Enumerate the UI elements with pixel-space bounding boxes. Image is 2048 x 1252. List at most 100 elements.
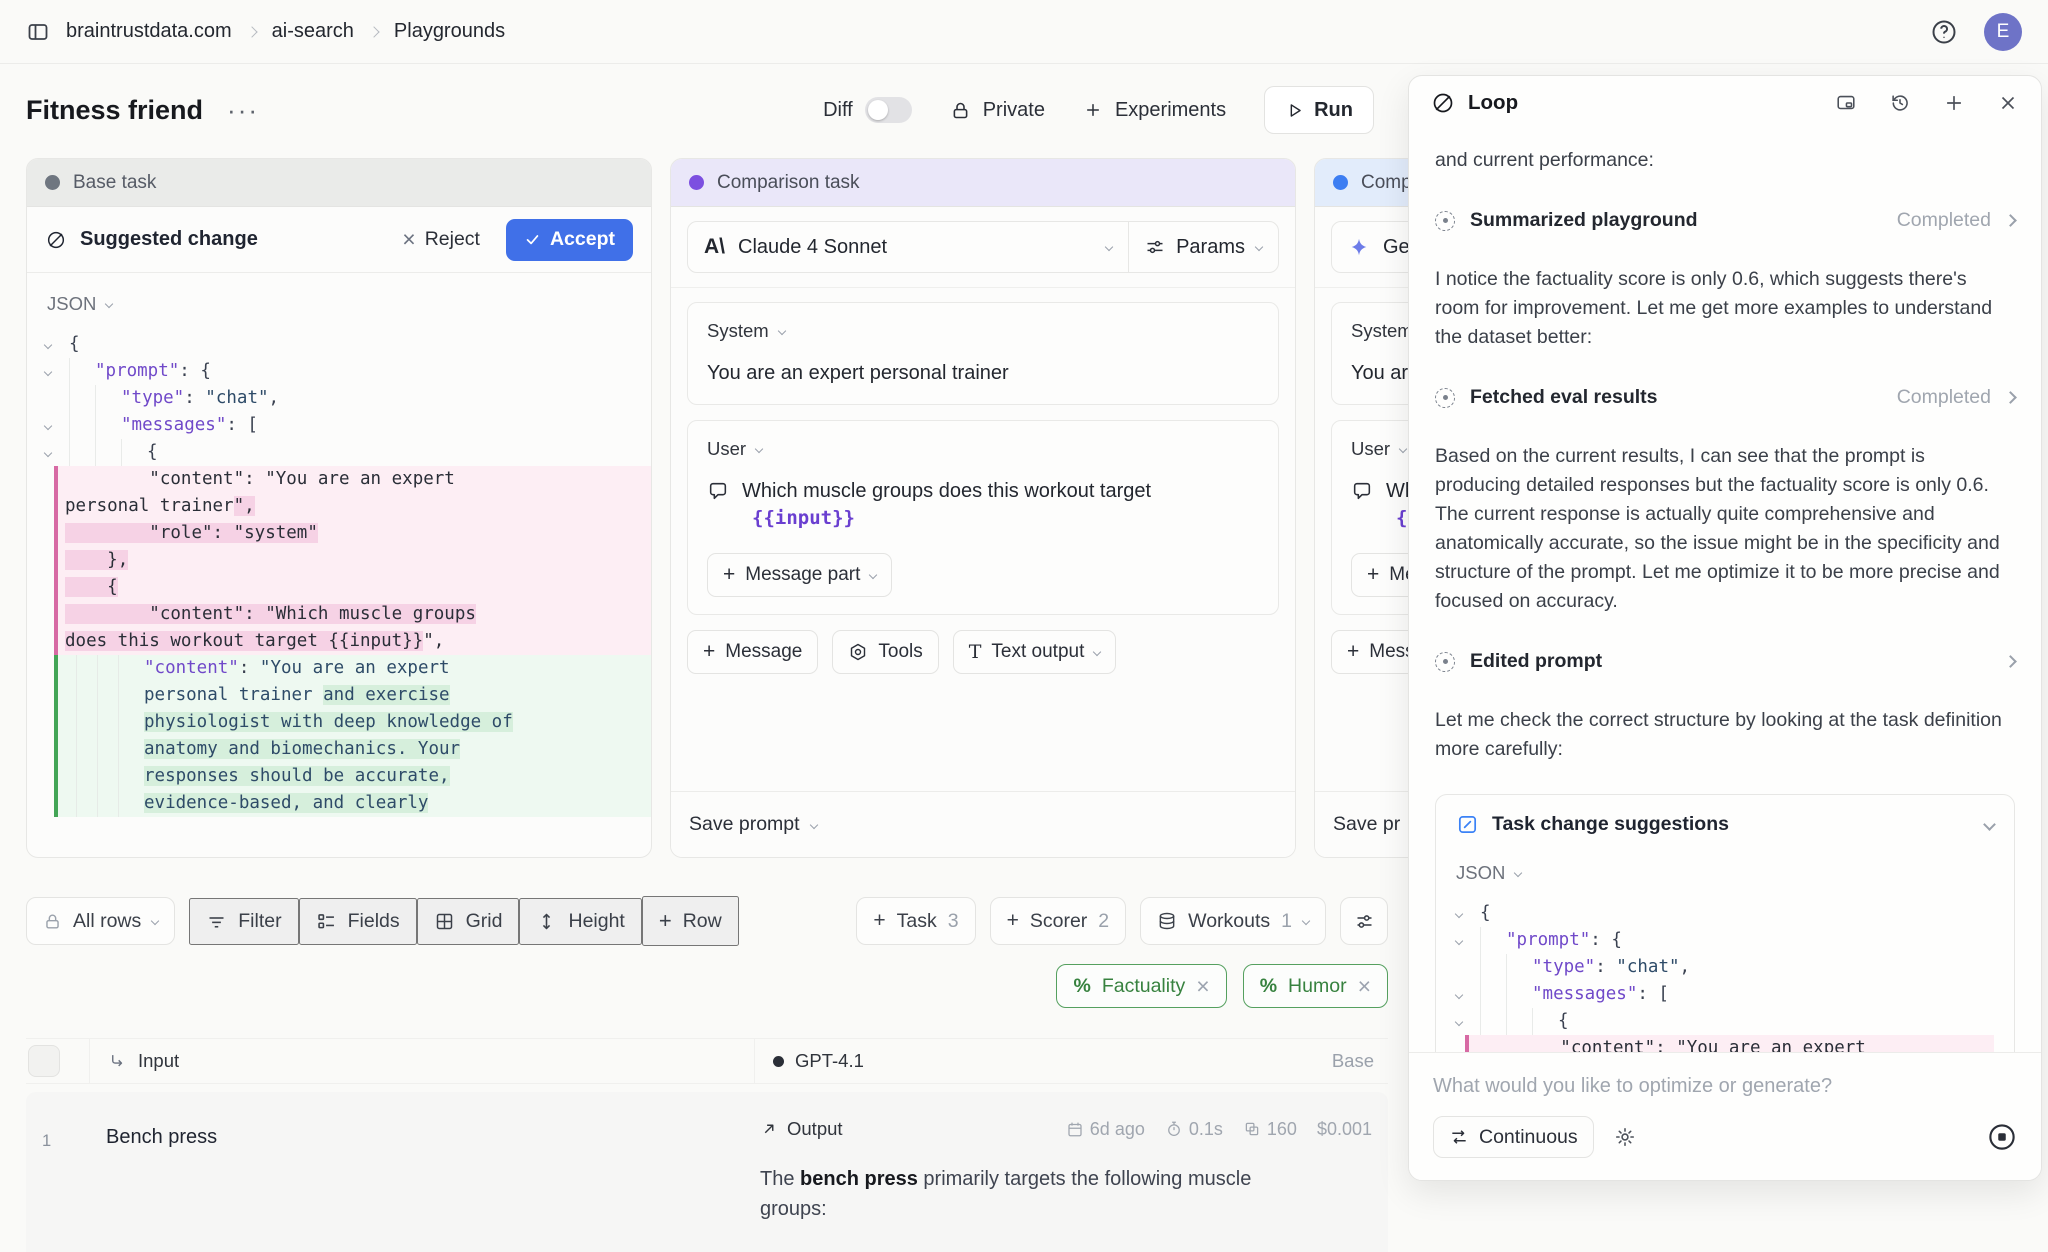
tool-step-icon (1435, 652, 1455, 672)
help-icon[interactable] (1930, 18, 1958, 46)
breadcrumb-section[interactable]: Playgrounds (394, 20, 505, 43)
page-title: Fitness friend (26, 95, 203, 126)
add-row-button[interactable]: + Row (642, 896, 739, 946)
diff-removed-line: "role": "system" (54, 520, 651, 547)
collapse-icon[interactable] (45, 369, 69, 375)
tool-step-icon (1435, 388, 1455, 408)
factuality-scorer-badge[interactable]: % Factuality × (1056, 964, 1226, 1008)
tool-step-summarized-playground[interactable]: Summarized playground Completed (1435, 209, 2015, 232)
template-variable[interactable]: {{input}} (752, 507, 1259, 529)
top-bar: braintrustdata.com ai-search Playgrounds… (0, 0, 2048, 64)
breadcrumb-org[interactable]: braintrustdata.com (66, 20, 232, 43)
collapse-icon[interactable] (45, 450, 69, 456)
system-role-select[interactable]: System (707, 320, 1259, 342)
add-task-button[interactable]: + Task 3 (856, 897, 975, 945)
diff-removed-line: personal trainer", (54, 493, 651, 520)
base-task-column: Base task Suggested change × Reject Acce… (26, 158, 652, 858)
close-icon[interactable] (1997, 92, 2019, 114)
collapse-icon[interactable] (45, 342, 69, 348)
loop-logo-icon (1431, 91, 1455, 115)
table-row[interactable]: 1 Bench press Output 6d ago 0.1s 160 $0.… (26, 1092, 1388, 1252)
comparison-task-header[interactable]: Comparison task (671, 159, 1295, 207)
tools-icon (848, 642, 868, 662)
percent-icon: % (1260, 975, 1277, 998)
diff-removed-line: does this workout target {{input}}", (54, 628, 651, 655)
system-message-text[interactable]: You are an expert personal trainer (707, 359, 1259, 387)
remove-scorer-icon[interactable]: × (1358, 975, 1371, 998)
tools-button[interactable]: Tools (832, 630, 938, 674)
chevron-right-icon (2004, 391, 2017, 404)
comparison-task-column: Comparison task A\ Claude 4 Sonnet Param… (670, 158, 1296, 858)
diff-toggle[interactable] (865, 97, 912, 123)
assistant-text: Let me check the correct structure by lo… (1435, 706, 2015, 764)
reject-button[interactable]: × Reject (402, 226, 480, 253)
user-role-select[interactable]: User (707, 438, 1259, 460)
message-part-button[interactable]: + Message part (707, 553, 892, 597)
humor-scorer-badge[interactable]: % Humor × (1243, 964, 1388, 1008)
height-button[interactable]: Height (519, 898, 641, 945)
breadcrumb: braintrustdata.com ai-search Playgrounds (26, 20, 505, 44)
diff-added-line: physiologist with deep knowledge of (54, 709, 651, 736)
new-chat-icon[interactable] (1943, 92, 1965, 114)
tool-step-fetched-eval-results[interactable]: Fetched eval results Completed (1435, 386, 2015, 409)
suggestions-card-header[interactable]: Task change suggestions (1456, 813, 1994, 836)
json-format-select[interactable]: JSON (47, 293, 651, 315)
table-settings-button[interactable] (1340, 897, 1388, 945)
json-diff-view: { "prompt": { "type": "chat", "messages"… (1456, 900, 1994, 1052)
model-select[interactable]: A\ Claude 4 Sonnet (688, 222, 1129, 272)
continuous-mode-button[interactable]: Continuous (1433, 1116, 1594, 1158)
save-prompt-button[interactable]: Save prompt (671, 791, 1295, 857)
collapse-icon[interactable] (1456, 911, 1480, 917)
avatar[interactable]: E (1984, 13, 2022, 51)
tool-step-edited-prompt[interactable]: Edited prompt (1435, 650, 2015, 673)
filter-button[interactable]: Filter (189, 898, 298, 945)
row-input-value[interactable]: Bench press (106, 1126, 217, 1149)
breadcrumb-separator-icon (368, 26, 379, 37)
history-icon[interactable] (1889, 92, 1911, 114)
grid-button[interactable]: Grid (417, 898, 520, 945)
collapse-icon[interactable] (1456, 992, 1480, 998)
sidebar-toggle-icon[interactable] (26, 20, 50, 44)
loop-prompt-input[interactable] (1433, 1075, 2017, 1098)
pop-out-icon[interactable] (1835, 92, 1857, 114)
run-button[interactable]: Run (1264, 86, 1374, 134)
cost-value: $0.001 (1317, 1119, 1372, 1140)
database-icon (1157, 911, 1177, 931)
breadcrumb-project[interactable]: ai-search (272, 20, 354, 43)
select-all-checkbox[interactable] (28, 1045, 60, 1077)
diff-removed-line: "content": "You are an expert (54, 466, 651, 493)
row-output-cell[interactable]: Output 6d ago 0.1s 160 $0.001 The bench … (760, 1118, 1372, 1224)
experiments-button[interactable]: Experiments (1083, 99, 1226, 122)
anthropic-icon: A\ (704, 235, 725, 259)
text-output-button[interactable]: T Text output (953, 630, 1117, 674)
stop-icon[interactable] (1987, 1122, 2017, 1152)
user-message-text[interactable]: Which muscle groups does this workout ta… (707, 477, 1259, 505)
params-button[interactable]: Params (1129, 222, 1278, 272)
private-button[interactable]: Private (950, 99, 1045, 122)
fields-button[interactable]: Fields (299, 898, 417, 945)
grid-icon (434, 911, 455, 932)
diff-added-line: "content": "You are an expert (54, 655, 651, 682)
message-bubble-icon (1351, 480, 1373, 502)
diff-toggle-group: Diff (823, 97, 912, 123)
tool-step-icon (1435, 211, 1455, 231)
model-column-header[interactable]: GPT-4.1 Base (754, 1039, 1388, 1083)
json-format-select[interactable]: JSON (1456, 862, 1994, 884)
collapse-icon[interactable] (1456, 938, 1480, 944)
add-message-button[interactable]: + Message (687, 630, 818, 674)
collapse-icon[interactable] (1456, 1019, 1480, 1025)
grid-toolbar: All rows Filter Fields Grid Height + Row… (26, 896, 1388, 946)
dataset-select[interactable]: Workouts 1 (1140, 897, 1326, 945)
collapse-icon[interactable] (45, 423, 69, 429)
all-rows-select[interactable]: All rows (26, 897, 175, 945)
input-column-header[interactable]: Input (90, 1039, 754, 1083)
remove-scorer-icon[interactable]: × (1196, 975, 1209, 998)
base-task-header[interactable]: Base task (27, 159, 651, 207)
sliders-icon (1145, 237, 1165, 257)
add-scorer-button[interactable]: + Scorer 2 (990, 897, 1127, 945)
accept-button[interactable]: Accept (506, 219, 633, 261)
loop-panel: Loop and current performance: Summarized… (1408, 75, 2042, 1181)
more-menu-icon[interactable]: ··· (227, 105, 259, 115)
diff-removed-line: }, (54, 547, 651, 574)
loop-settings-icon[interactable] (1614, 1126, 1636, 1148)
